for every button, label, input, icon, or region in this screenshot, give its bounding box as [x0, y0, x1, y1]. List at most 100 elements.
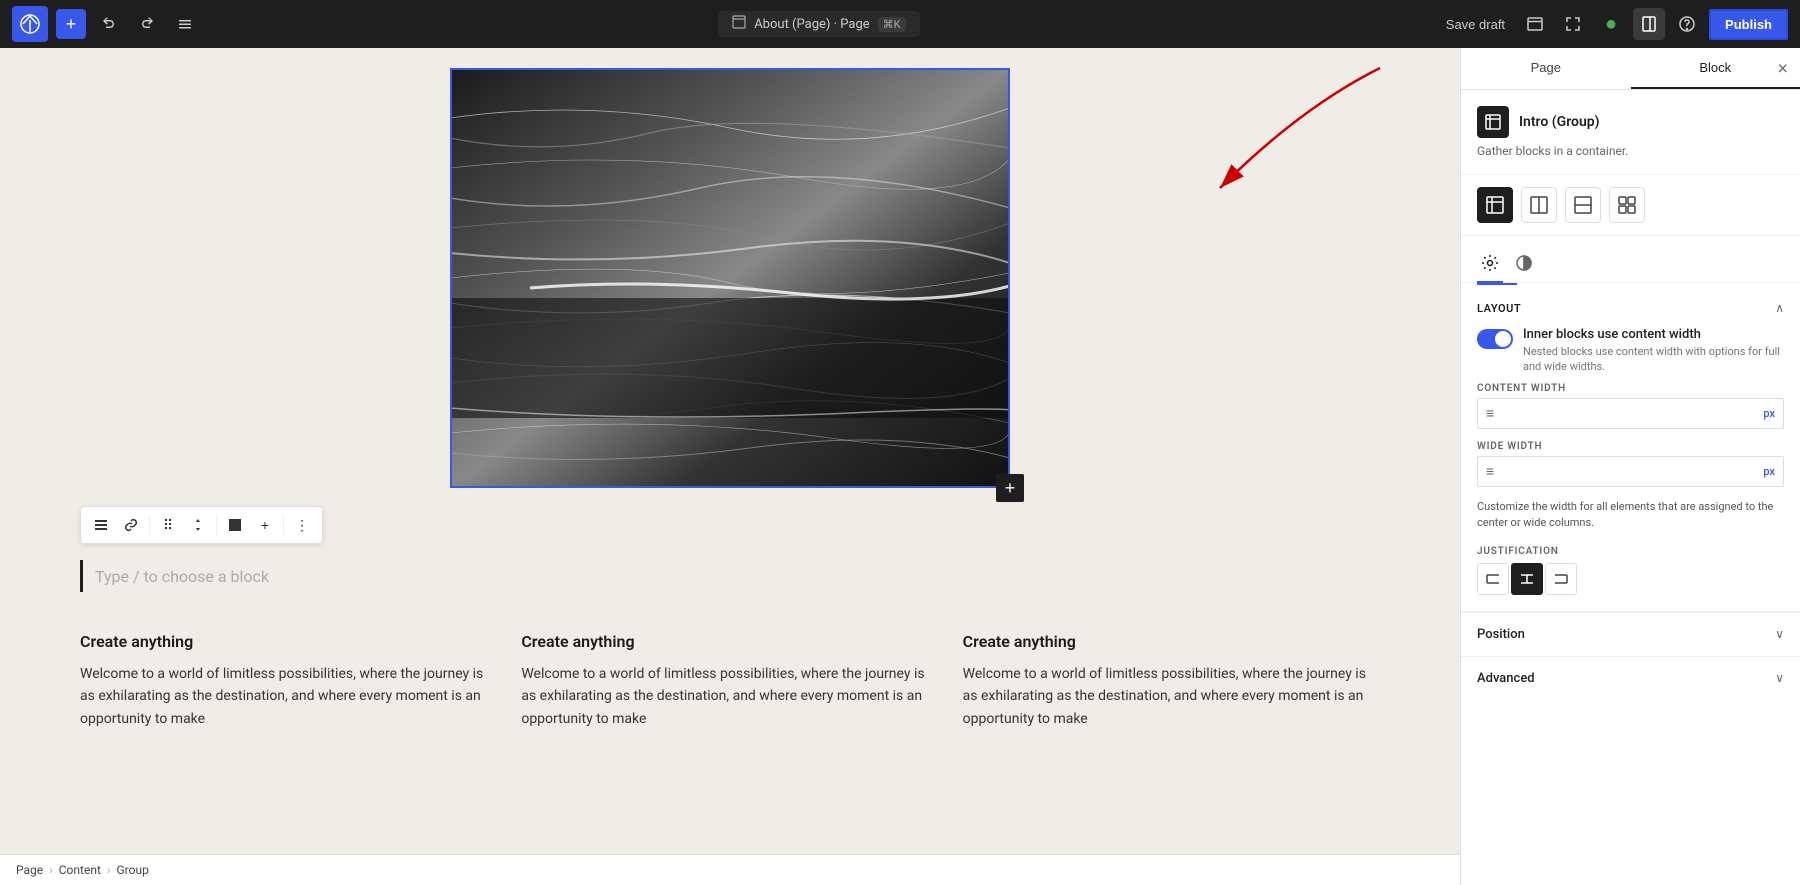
advanced-section[interactable]: Advanced ∨ [1461, 656, 1800, 700]
sidebar-close-button[interactable]: × [1777, 58, 1788, 79]
sidebar: Page Block × Intro (Group) Gather blocks… [1460, 48, 1800, 885]
move-button[interactable] [184, 511, 212, 539]
toggle-labels: Inner blocks use content width Nested bl… [1523, 327, 1784, 375]
page-info-icon [732, 15, 746, 33]
breadcrumb-sep-1: › [49, 863, 53, 877]
drag-button[interactable]: ⠿ [154, 511, 182, 539]
view-button[interactable] [1519, 8, 1551, 40]
justify-left-button[interactable] [1477, 563, 1509, 595]
block-title: Intro (Group) [1519, 114, 1600, 130]
paragraph-placeholder: Type / to choose a block [95, 567, 269, 586]
column-3: Create anything Welcome to a world of li… [963, 632, 1380, 730]
content-width-label: CONTENT WIDTH [1477, 383, 1784, 394]
page-title: About (Page) · Page [754, 17, 869, 32]
content-width-field: CONTENT WIDTH ≡ px [1477, 383, 1784, 429]
block-info-header: Intro (Group) [1477, 106, 1784, 138]
content-width-icon: ≡ [1486, 405, 1494, 422]
advanced-chevron: ∨ [1775, 671, 1784, 685]
layout-section: Layout ∧ Inner blocks use content width … [1461, 285, 1800, 612]
main-layout: + [0, 48, 1800, 885]
content-width-input-wrapper: ≡ px [1477, 398, 1784, 429]
block-toolbar: ⠿ + ⋮ [80, 506, 323, 544]
style-icon-split[interactable] [1565, 187, 1601, 223]
publish-button[interactable]: Publish [1709, 9, 1788, 40]
layout-section-header[interactable]: Layout ∧ [1477, 301, 1784, 315]
three-columns: Create anything Welcome to a world of li… [80, 600, 1380, 762]
wide-width-label: WIDE WIDTH [1477, 441, 1784, 452]
toggle-row: Inner blocks use content width Nested bl… [1477, 327, 1784, 375]
add-block-button[interactable]: + [56, 9, 86, 39]
justification-buttons [1477, 563, 1784, 595]
green-dot-button[interactable]: ● [1595, 8, 1627, 40]
justification-label: JUSTIFICATION [1477, 546, 1784, 557]
content-width-input[interactable] [1502, 406, 1763, 421]
block-toolbar-area: ⠿ + ⋮ [80, 498, 1380, 548]
wide-width-icon: ≡ [1486, 463, 1494, 480]
image-container: + [450, 68, 1010, 488]
position-section[interactable]: Position ∨ [1461, 612, 1800, 656]
column-1-text: Welcome to a world of limitless possibil… [80, 663, 497, 730]
settings-panel-button[interactable] [1633, 8, 1665, 40]
block-icon-box [1477, 106, 1509, 138]
style-icon-row[interactable] [1521, 187, 1557, 223]
square-button[interactable] [221, 511, 249, 539]
style-icon-group[interactable] [1477, 187, 1513, 223]
tab-page[interactable]: Page [1461, 48, 1631, 89]
canvas-area[interactable]: + [0, 48, 1460, 885]
settings-tab-contrast[interactable] [1511, 248, 1537, 283]
wide-width-input-wrapper: ≡ px [1477, 456, 1784, 487]
list-view-button[interactable] [87, 511, 115, 539]
justify-right-button[interactable] [1545, 563, 1577, 595]
block-desc: Gather blocks in a container. [1477, 144, 1784, 158]
justify-center-button[interactable] [1511, 563, 1543, 595]
link-button[interactable] [117, 511, 145, 539]
wide-width-input[interactable] [1502, 464, 1763, 479]
breadcrumb-sep-2: › [107, 863, 111, 877]
block-styles [1461, 175, 1800, 236]
topbar-left: + [12, 6, 200, 42]
column-2-text: Welcome to a world of limitless possibil… [521, 663, 938, 730]
wp-logo [12, 6, 48, 42]
breadcrumb-group[interactable]: Group [116, 863, 148, 877]
add-below-button[interactable]: + [996, 474, 1024, 502]
help-button[interactable] [1671, 8, 1703, 40]
separator-2 [216, 515, 217, 535]
settings-subtabs [1461, 236, 1800, 283]
customize-text: Customize the width for all elements tha… [1477, 499, 1784, 532]
wide-width-suffix: px [1763, 465, 1775, 478]
text-cursor [80, 560, 83, 592]
position-label: Position [1477, 627, 1525, 642]
topbar: + Abou [0, 0, 1800, 48]
page-shortcut: ⌘K [878, 17, 906, 32]
topbar-center: About (Page) · Page ⌘K [200, 11, 1438, 37]
toggle-label: Inner blocks use content width [1523, 327, 1784, 342]
paragraph-area[interactable]: Type / to choose a block [80, 552, 1380, 600]
column-3-title: Create anything [963, 632, 1380, 651]
block-info: Intro (Group) Gather blocks in a contain… [1461, 90, 1800, 175]
content-width-toggle[interactable] [1477, 329, 1513, 349]
style-icon-grid[interactable] [1609, 187, 1645, 223]
page-info[interactable]: About (Page) · Page ⌘K [718, 11, 919, 37]
advanced-label: Advanced [1477, 671, 1535, 686]
more-options-button[interactable]: ⋮ [288, 511, 316, 539]
fullscreen-button[interactable] [1557, 8, 1589, 40]
add-block-inline-button[interactable]: + [251, 511, 279, 539]
breadcrumb-page[interactable]: Page [16, 863, 43, 877]
image-block: + [80, 68, 1380, 488]
toggle-sublabel: Nested blocks use content width with opt… [1523, 344, 1784, 375]
topbar-right: Save draft ● Publish [1438, 8, 1788, 40]
save-draft-button[interactable]: Save draft [1438, 13, 1513, 36]
justification-area: JUSTIFICATION [1477, 546, 1784, 595]
menu-button[interactable] [170, 9, 200, 39]
column-2-title: Create anything [521, 632, 938, 651]
breadcrumb-content[interactable]: Content [59, 863, 101, 877]
content-width-suffix: px [1763, 407, 1775, 420]
separator-3 [283, 515, 284, 535]
layout-chevron: ∧ [1775, 301, 1784, 315]
separator-1 [149, 515, 150, 535]
settings-tab-gear[interactable] [1477, 248, 1503, 283]
undo-button[interactable] [94, 9, 124, 39]
tab-block[interactable]: Block [1631, 48, 1800, 89]
redo-button[interactable] [132, 9, 162, 39]
bw-image [450, 68, 1010, 488]
